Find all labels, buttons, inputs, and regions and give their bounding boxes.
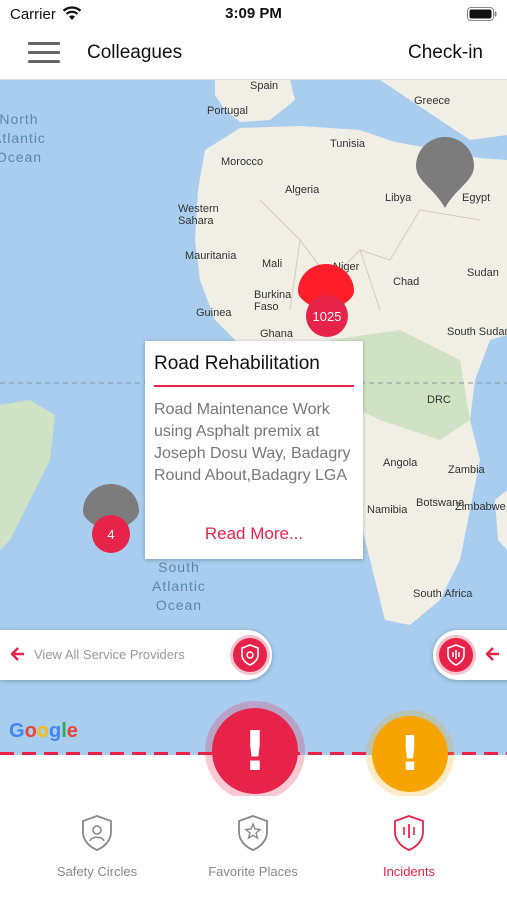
status-time: 3:09 PM: [225, 5, 282, 22]
map-label: Botswana: [416, 497, 465, 509]
arrow-left-icon: [11, 647, 24, 661]
map-label: Sudan: [467, 267, 499, 279]
map-pin-icon[interactable]: [414, 136, 476, 208]
incident-popup[interactable]: Road Rehabilitation Road Maintenance Wor…: [145, 341, 363, 559]
view-all-providers-button[interactable]: View All Service Providers: [0, 630, 272, 680]
check-in-button[interactable]: Check-in: [408, 42, 483, 64]
map-label: Mali: [262, 258, 283, 270]
map-label: Chad: [393, 276, 420, 288]
status-bar: Carrier 3:09 PM: [0, 0, 507, 30]
map-label: Greece: [414, 95, 451, 107]
popup-title: Road Rehabilitation: [154, 353, 320, 374]
service-providers-badge: [230, 635, 270, 675]
emergency-alert-button[interactable]: !: [212, 708, 298, 794]
incidents-drawer-button[interactable]: [433, 630, 507, 680]
north-atlantic-label: NorthAtlanticOcean: [0, 111, 46, 165]
popup-body: Road Maintenance Work using Asphalt prem…: [154, 401, 351, 484]
page-title: Colleagues: [87, 42, 183, 63]
battery-icon: [467, 7, 497, 21]
arrow-left-icon: [486, 647, 499, 661]
tab-safety-circles[interactable]: Safety Circles: [17, 814, 177, 879]
map-label: Burkina Faso: [254, 289, 292, 313]
read-more-link[interactable]: Read More...: [145, 524, 363, 544]
hamburger-menu-icon[interactable]: [28, 42, 60, 64]
map-label: Mauritania: [185, 250, 237, 262]
providers-label: View All Service Providers: [34, 647, 185, 662]
map-label: Angola: [383, 457, 418, 469]
incidents-badge: [436, 635, 476, 675]
warning-alert-button[interactable]: !: [372, 716, 448, 792]
favorite-places-icon: [238, 815, 268, 851]
tab-bar: Safety Circles Favorite Places Incidents: [0, 796, 507, 900]
map-label: Portugal: [207, 105, 248, 117]
cluster-marker[interactable]: 4: [92, 515, 130, 553]
shield-icon: [241, 644, 259, 666]
map-label: South Africa: [413, 588, 473, 600]
cluster-count: 4: [107, 526, 115, 542]
map-label: DRC: [427, 394, 451, 406]
tab-label: Safety Circles: [56, 864, 138, 879]
south-atlantic-label: South Atlantic Ocean: [152, 559, 206, 613]
google-logo: Google: [9, 720, 78, 742]
tab-label: Incidents: [382, 864, 436, 879]
cluster-count: 1025: [312, 308, 342, 324]
tab-favorite-places[interactable]: Favorite Places: [173, 814, 333, 879]
map-label: Guinea: [196, 307, 232, 319]
map-label: Zambia: [448, 464, 485, 476]
map-label: Western Sahara: [178, 203, 219, 227]
incidents-icon: [394, 815, 424, 851]
map-label: Morocco: [221, 156, 264, 168]
map-label: Namibia: [367, 504, 408, 516]
nav-bar: Colleagues Check-in: [0, 30, 507, 80]
tab-label: Favorite Places: [208, 864, 298, 879]
exclamation-icon: !: [242, 719, 268, 783]
safety-circles-icon: [82, 815, 112, 851]
map-label: Algeria: [285, 184, 320, 196]
map-label: Spain: [250, 80, 279, 92]
cluster-marker[interactable]: 1025: [306, 295, 348, 337]
shield-alert-icon: [447, 644, 465, 666]
map-label: Tunisia: [330, 138, 366, 150]
popup-divider: [154, 385, 354, 387]
map-label: Ghana: [260, 328, 294, 340]
map-label: South Sudan: [447, 326, 507, 338]
map-label: Libya: [385, 192, 412, 204]
tab-incidents[interactable]: Incidents: [329, 814, 489, 879]
exclamation-icon: !: [399, 726, 421, 782]
